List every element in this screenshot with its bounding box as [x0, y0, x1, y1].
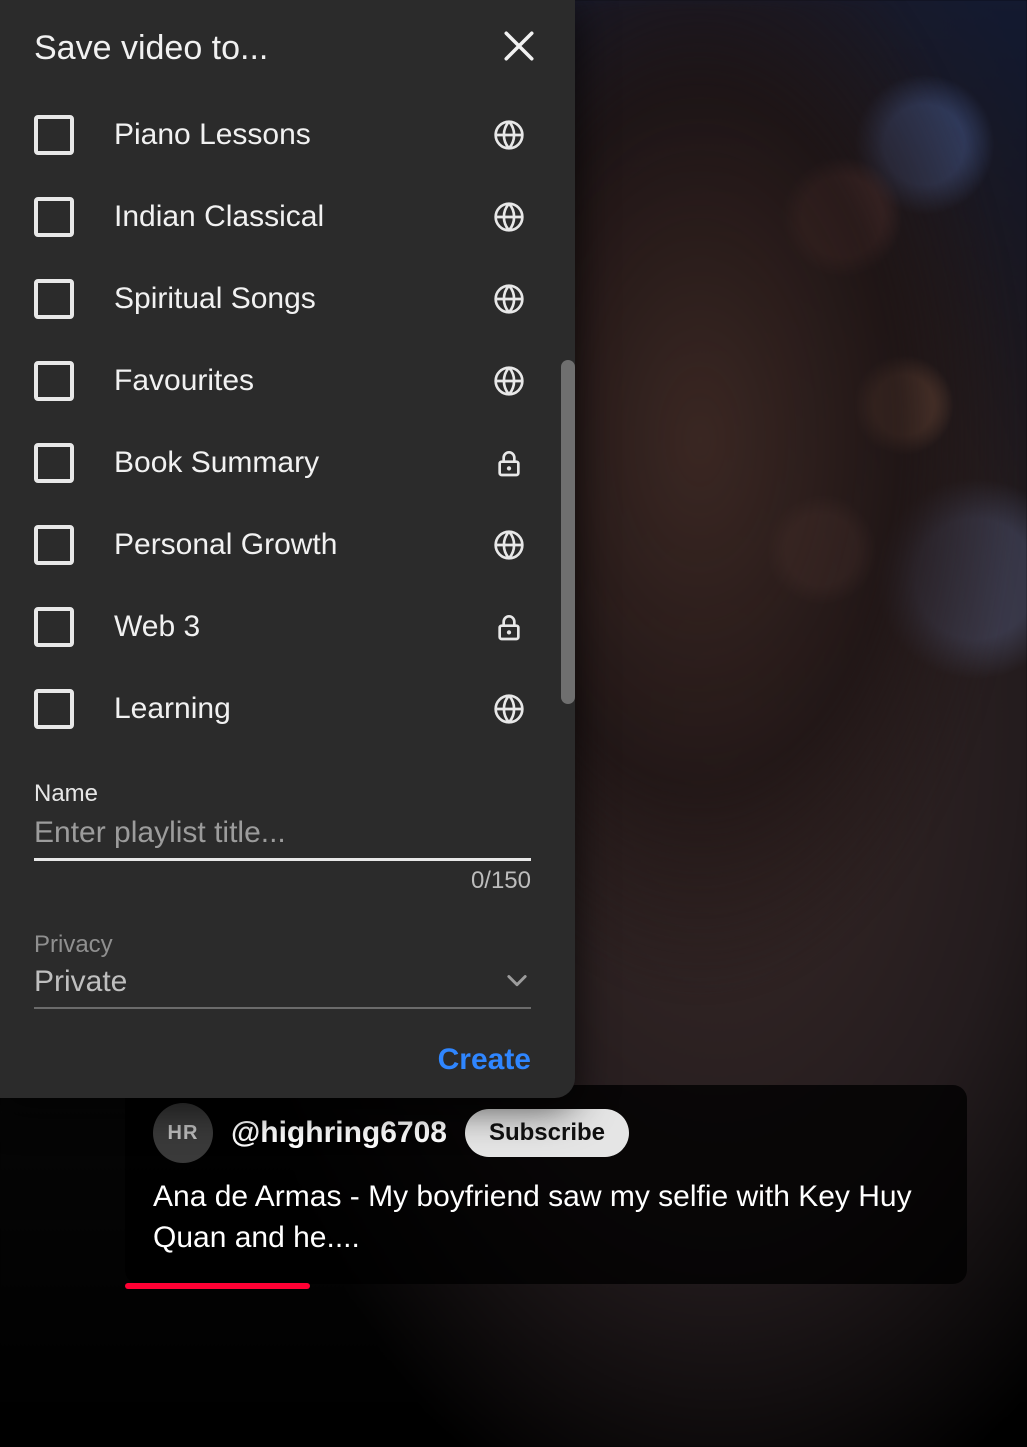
- scrollbar-thumb[interactable]: [561, 360, 575, 704]
- close-icon: [502, 29, 536, 68]
- privacy-field-label: Privacy: [34, 931, 531, 959]
- lock-icon: [489, 607, 529, 647]
- privacy-select[interactable]: Private: [34, 961, 531, 1009]
- dialog-header: Save video to...: [0, 0, 575, 88]
- close-button[interactable]: [497, 26, 541, 70]
- channel-handle[interactable]: @highring6708: [231, 1116, 447, 1150]
- dialog-actions: Create: [0, 1009, 575, 1105]
- playlist-label: Spiritual Songs: [114, 282, 489, 316]
- globe-icon: [489, 115, 529, 155]
- list-item[interactable]: Learning: [34, 668, 551, 750]
- list-item[interactable]: Web 3: [34, 586, 551, 668]
- checkbox[interactable]: [34, 115, 74, 155]
- checkbox[interactable]: [34, 197, 74, 237]
- channel-row: HR @highring6708 Subscribe: [153, 1103, 939, 1163]
- list-item[interactable]: Indian Classical: [34, 176, 551, 258]
- video-title: Ana de Armas - My boyfriend saw my selfi…: [153, 1177, 939, 1258]
- privacy-value: Private: [34, 965, 127, 999]
- playlist-label: Web 3: [114, 610, 489, 644]
- playlist-label: Favourites: [114, 364, 489, 398]
- checkbox[interactable]: [34, 607, 74, 647]
- playlist-label: Piano Lessons: [114, 118, 489, 152]
- globe-icon: [489, 689, 529, 729]
- create-button[interactable]: Create: [438, 1043, 531, 1077]
- globe-icon: [489, 361, 529, 401]
- playlist-name-input[interactable]: [34, 812, 531, 861]
- globe-icon: [489, 279, 529, 319]
- chevron-down-icon: [503, 966, 531, 999]
- checkbox[interactable]: [34, 361, 74, 401]
- playlist-label: Learning: [114, 692, 489, 726]
- list-item[interactable]: Piano Lessons: [34, 94, 551, 176]
- checkbox[interactable]: [34, 443, 74, 483]
- name-field-label: Name: [34, 780, 531, 808]
- list-item[interactable]: Personal Growth: [34, 504, 551, 586]
- globe-icon: [489, 525, 529, 565]
- playlist-label: Personal Growth: [114, 528, 489, 562]
- list-item[interactable]: Favourites: [34, 340, 551, 422]
- subscribe-button[interactable]: Subscribe: [465, 1109, 629, 1157]
- checkbox[interactable]: [34, 279, 74, 319]
- lock-icon: [489, 443, 529, 483]
- playlist-list: Piano Lessons Indian Classical Spiritual…: [0, 88, 575, 756]
- char-counter: 0/150: [34, 867, 531, 895]
- video-info-overlay: HR @highring6708 Subscribe Ana de Armas …: [125, 1085, 967, 1284]
- playlist-label: Book Summary: [114, 446, 489, 480]
- playlist-label: Indian Classical: [114, 200, 489, 234]
- privacy-field: Privacy Private: [34, 931, 531, 1009]
- list-item[interactable]: Book Summary: [34, 422, 551, 504]
- globe-icon: [489, 197, 529, 237]
- checkbox[interactable]: [34, 689, 74, 729]
- save-video-dialog: Save video to... Piano Lessons Indian Cl…: [0, 0, 575, 1098]
- progress-bar[interactable]: [125, 1283, 310, 1289]
- new-playlist-form: Name 0/150 Privacy Private: [0, 756, 575, 1009]
- dialog-title: Save video to...: [34, 29, 268, 68]
- list-item[interactable]: Spiritual Songs: [34, 258, 551, 340]
- avatar[interactable]: HR: [153, 1103, 213, 1163]
- checkbox[interactable]: [34, 525, 74, 565]
